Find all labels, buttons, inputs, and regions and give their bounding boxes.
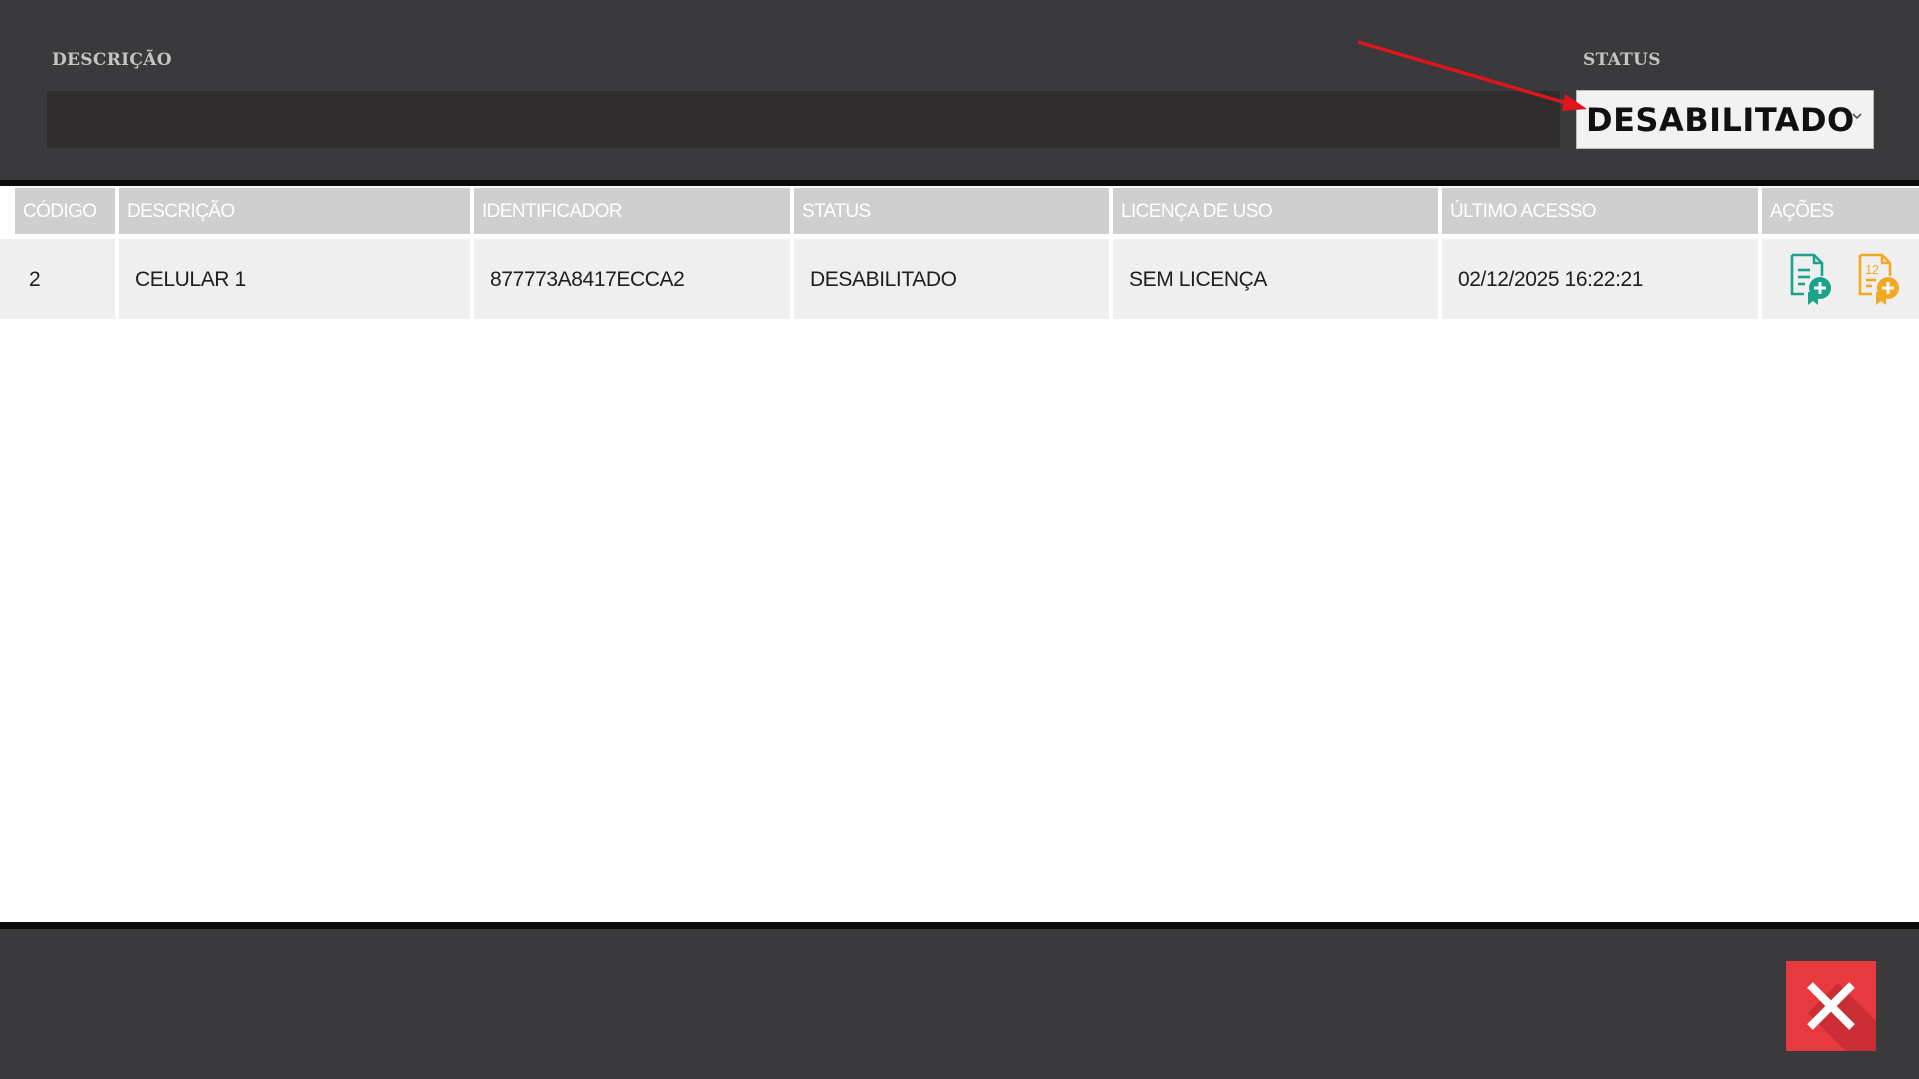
- column-header-status[interactable]: STATUS: [794, 188, 1109, 234]
- column-header-codigo[interactable]: CÓDIGO: [15, 188, 115, 234]
- certificate-12-add-icon[interactable]: 12: [1854, 252, 1902, 306]
- column-header-licenca[interactable]: LICENÇA DE USO: [1113, 188, 1438, 234]
- badge-12: 12: [1865, 262, 1879, 277]
- column-header-ultimo-acesso[interactable]: ÚLTIMO ACESSO: [1442, 188, 1758, 234]
- license-manager-window: DESCRIÇÃO STATUS DESABILITADO CÓDIGO DES…: [0, 0, 1919, 1079]
- footer-bar: [0, 922, 1919, 1079]
- cell-licenca: SEM LICENÇA: [1113, 239, 1438, 319]
- divider: [0, 180, 1919, 186]
- cell-codigo: 2: [0, 239, 115, 319]
- divider: [0, 922, 1919, 929]
- column-header-descricao[interactable]: DESCRIÇÃO: [119, 188, 470, 234]
- description-input[interactable]: [47, 91, 1560, 148]
- status-label: STATUS: [1583, 50, 1661, 70]
- status-select[interactable]: DESABILITADO: [1576, 90, 1874, 149]
- filter-bar: DESCRIÇÃO STATUS DESABILITADO: [0, 0, 1919, 186]
- chevron-down-icon: [1852, 113, 1862, 120]
- column-header-identificador[interactable]: IDENTIFICADOR: [474, 188, 790, 234]
- table-row[interactable]: 2 CELULAR 1 877773A8417ECCA2 DESABILITAD…: [0, 239, 1919, 319]
- table-header: CÓDIGO DESCRIÇÃO IDENTIFICADOR STATUS LI…: [0, 188, 1919, 234]
- close-icon: [1807, 982, 1855, 1030]
- description-label: DESCRIÇÃO: [52, 50, 172, 70]
- close-button[interactable]: [1786, 961, 1876, 1051]
- status-select-value: DESABILITADO: [1586, 100, 1855, 139]
- column-header-acoes: AÇÕES: [1762, 188, 1919, 234]
- cell-identificador: 877773A8417ECCA2: [474, 239, 790, 319]
- cell-ultimo-acesso: 02/12/2025 16:22:21: [1442, 239, 1758, 319]
- cell-acoes: 12: [1762, 239, 1919, 319]
- certificate-add-icon[interactable]: [1786, 252, 1834, 306]
- cell-descricao: CELULAR 1: [119, 239, 470, 319]
- cell-status: DESABILITADO: [794, 239, 1109, 319]
